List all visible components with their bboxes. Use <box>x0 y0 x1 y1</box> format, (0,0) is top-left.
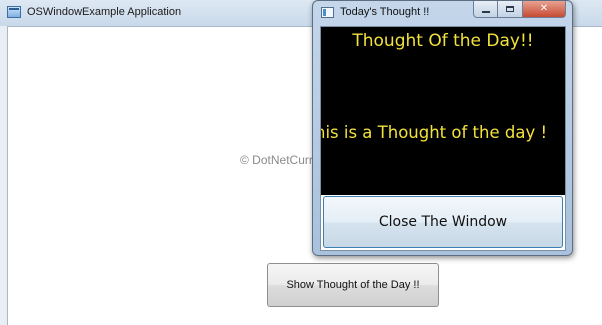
thought-heading: Thought Of the Day!! <box>352 31 534 51</box>
minimize-icon <box>481 11 490 13</box>
caption-buttons: ✕ <box>473 1 566 19</box>
close-icon: ✕ <box>539 3 549 14</box>
maximize-icon <box>506 6 514 12</box>
popup-titlebar[interactable]: Today's Thought !! ✕ <box>313 1 572 25</box>
maximize-button[interactable] <box>498 1 523 18</box>
main-window-title: OSWindowExample Application <box>27 6 182 18</box>
window-app-icon <box>321 7 334 18</box>
thought-popup-window: Today's Thought !! ✕ Thought Of the Day!… <box>312 0 573 256</box>
popup-content: Thought Of the Day!! his is a Thought of… <box>320 26 566 251</box>
thought-panel: Thought Of the Day!! his is a Thought of… <box>321 27 565 195</box>
close-the-window-button[interactable]: Close The Window <box>323 196 563 248</box>
window-app-icon <box>7 6 21 18</box>
show-thought-button[interactable]: Show Thought of the Day !! <box>267 263 439 307</box>
minimize-button[interactable] <box>473 1 498 18</box>
close-window-button[interactable]: ✕ <box>523 1 566 18</box>
popup-window-title: Today's Thought !! <box>340 6 430 18</box>
thought-text: his is a Thought of the day ! <box>321 123 548 142</box>
